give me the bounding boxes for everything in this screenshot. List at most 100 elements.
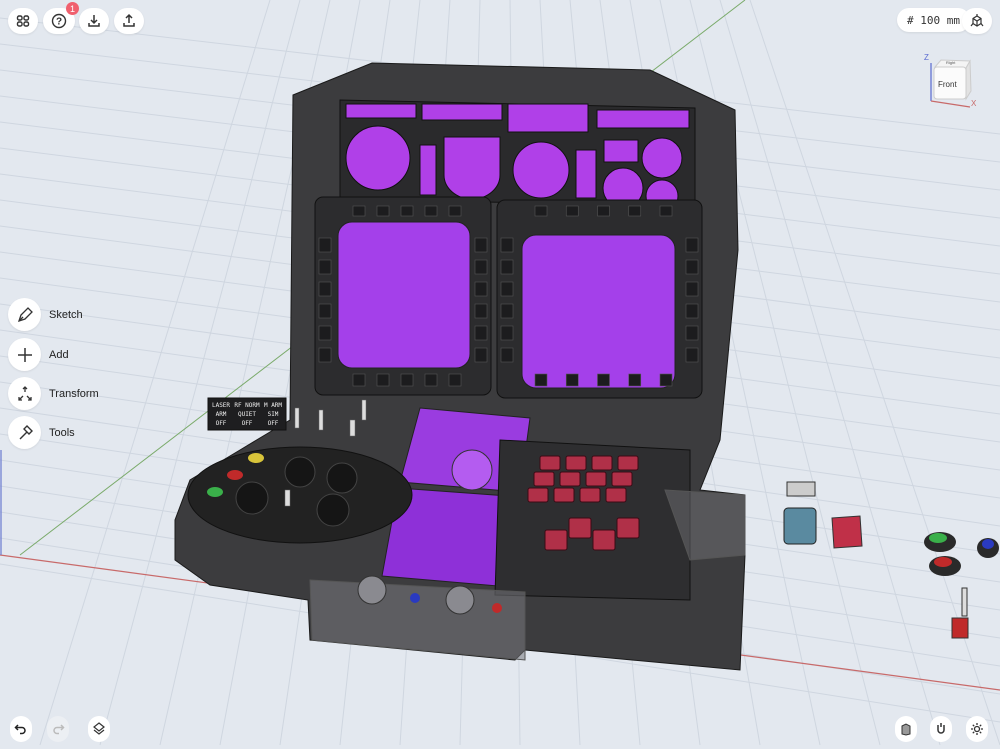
mfd-button — [474, 303, 488, 319]
keypad-key — [568, 517, 592, 539]
mfd-button — [597, 373, 610, 387]
menu-tools-label: Tools — [49, 426, 75, 439]
switch-label-text: M ARM — [264, 402, 282, 409]
keypad-key — [559, 471, 581, 487]
layers-icon — [93, 722, 105, 735]
menu-sketch[interactable]: Sketch — [8, 298, 83, 331]
mfd-button — [474, 259, 488, 275]
grid-scale-indicator[interactable]: # 100 mm — [897, 8, 970, 32]
view-cube[interactable]: Z X Right Front — [924, 53, 986, 111]
transform-icon — [17, 385, 32, 401]
undo-button[interactable] — [10, 716, 32, 742]
switch-label-text: OFF — [216, 420, 227, 427]
gear-icon — [971, 723, 983, 735]
keypad-key — [544, 529, 568, 551]
mfd-button — [565, 373, 579, 387]
keypad-key — [539, 455, 561, 471]
mfd-button — [628, 373, 642, 387]
mfd-button — [534, 205, 548, 217]
snapping-button[interactable] — [930, 716, 952, 742]
help-button[interactable]: ? 1 — [43, 2, 79, 34]
mfd-button — [400, 373, 414, 387]
mfd-button — [376, 373, 390, 387]
switch-label-text: OFF — [242, 420, 253, 427]
mfd-button — [318, 347, 332, 363]
magnet-icon — [937, 723, 945, 734]
keypad-key — [579, 487, 601, 503]
redo-icon — [53, 724, 65, 735]
menu-tools[interactable]: Tools — [8, 416, 75, 449]
mfd-button — [534, 373, 548, 387]
grid-scale-label: # 100 mm — [907, 13, 960, 27]
mfd-button — [659, 205, 673, 217]
apps-button[interactable] — [8, 8, 38, 34]
mfd-button — [685, 237, 699, 253]
menu-transform-label: Transform — [49, 387, 99, 400]
export-button[interactable] — [114, 8, 144, 34]
visual-style-icon — [901, 723, 911, 736]
keypad-key — [592, 529, 616, 551]
center-gauge — [451, 449, 493, 491]
mfd-button — [685, 259, 699, 275]
3d-viewport[interactable]: LASER ARM OFF RF NORM QUIET OFF M ARM SIM OFF — [0, 0, 1000, 749]
upload-icon — [123, 13, 135, 27]
mfd-button — [474, 325, 488, 341]
mfd-button — [685, 347, 699, 363]
right-mfd-screen — [521, 234, 676, 389]
view-cube-x-label: X — [971, 99, 977, 108]
mfd-button — [318, 303, 332, 319]
view-options-button[interactable] — [962, 8, 992, 34]
mfd-button — [318, 237, 332, 253]
keypad-key — [611, 471, 633, 487]
mfd-button — [597, 205, 610, 217]
keypad-key — [527, 487, 549, 503]
mfd-button — [500, 259, 514, 275]
grid-icon — [16, 15, 30, 27]
keypad-key — [533, 471, 555, 487]
pen-icon — [17, 306, 33, 322]
import-button[interactable] — [79, 8, 109, 34]
switch-label-text: OFF — [268, 420, 279, 427]
mfd-button — [474, 347, 488, 363]
menu-add[interactable]: Add — [8, 338, 69, 371]
notification-badge: 1 — [66, 2, 79, 15]
mfd-button — [659, 373, 673, 387]
menu-transform[interactable]: Transform — [8, 377, 99, 410]
cube-view-icon — [970, 14, 984, 27]
hammer-icon — [19, 424, 33, 439]
grid-line — [39, 0, 271, 746]
keypad-key — [565, 455, 587, 471]
switch-label-text: RF NORM — [234, 402, 260, 409]
download-icon — [88, 15, 100, 27]
settings-button[interactable] — [966, 716, 988, 742]
keypad-key — [605, 487, 627, 503]
menu-add-label: Add — [49, 348, 69, 361]
switch-label-box: LASER ARM OFF RF NORM QUIET OFF M ARM SIM OFF — [207, 397, 287, 431]
mfd-button — [318, 259, 332, 275]
appearance-button[interactable] — [895, 716, 917, 742]
mfd-button — [352, 205, 366, 217]
mfd-button — [628, 205, 642, 217]
left-mfd-screen — [337, 221, 471, 369]
layers-button[interactable] — [88, 716, 110, 742]
mfd-button — [352, 373, 366, 387]
mfd-button — [565, 205, 579, 217]
mfd-button — [448, 373, 462, 387]
keypad-key — [616, 517, 640, 539]
switch-label-text: ARM — [216, 411, 227, 418]
mfd-button — [685, 281, 699, 297]
mfd-button — [424, 373, 438, 387]
mfd-button — [685, 325, 699, 341]
mfd-button — [500, 303, 514, 319]
redo-button[interactable] — [47, 716, 69, 742]
mfd-button — [376, 205, 390, 217]
svg-text:?: ? — [56, 17, 62, 28]
switch-label-text: LASER — [212, 402, 230, 409]
front-bar — [309, 579, 526, 661]
mfd-button — [685, 303, 699, 319]
mfd-button — [400, 205, 414, 217]
loose-parts[interactable] — [783, 481, 999, 639]
switch-label-text: SIM — [268, 411, 279, 418]
switch-label-text: QUIET — [238, 411, 256, 418]
mfd-button — [500, 325, 514, 341]
